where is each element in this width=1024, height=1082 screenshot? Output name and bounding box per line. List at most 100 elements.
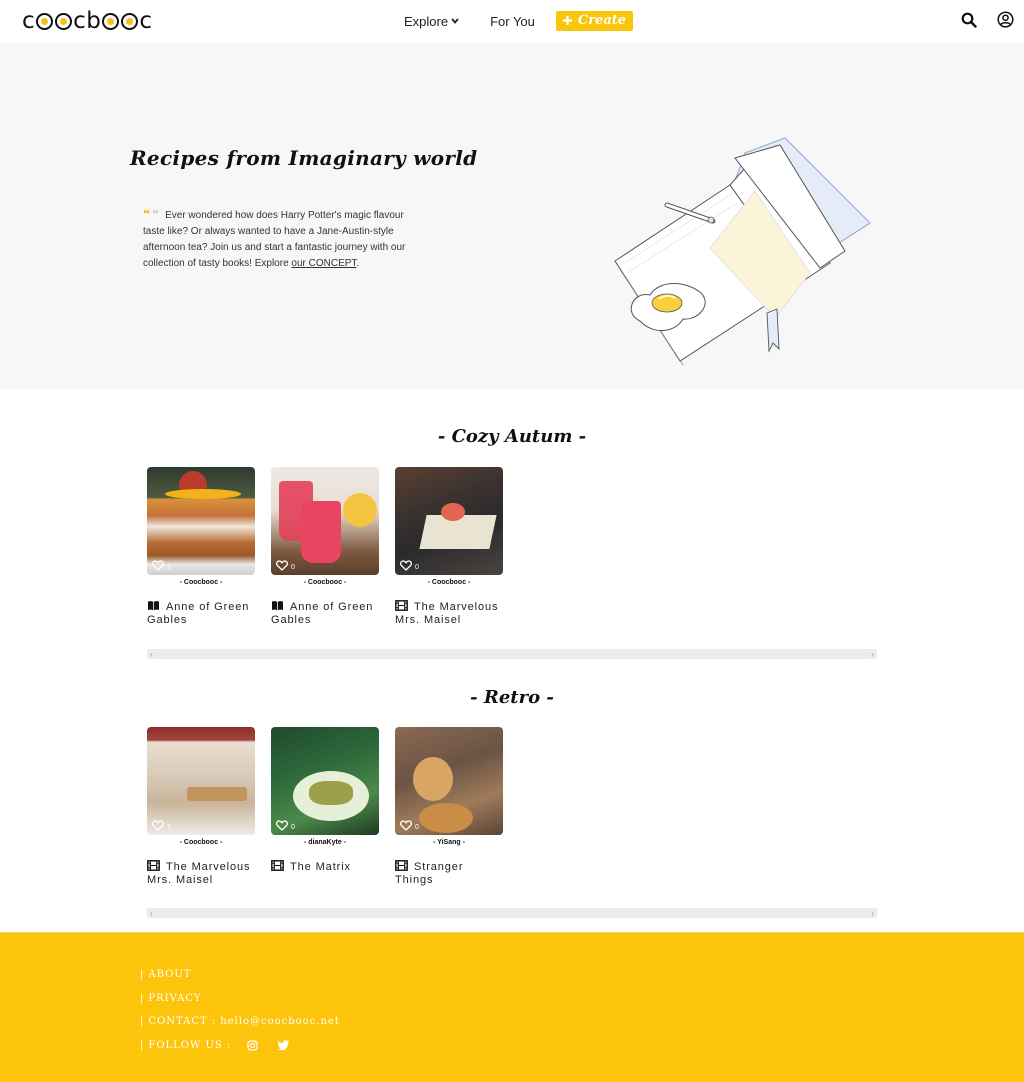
film-icon bbox=[395, 860, 408, 871]
recipe-thumbnail-waffles: 0 bbox=[395, 727, 503, 835]
hero-quote: ❝ ❝ Ever wondered how does Harry Potter's … bbox=[143, 206, 413, 272]
horizontal-scrollbar[interactable]: ‹ › bbox=[147, 908, 877, 918]
like-counter[interactable]: 1 bbox=[152, 820, 171, 831]
card-title-text: Anne of Green Gables bbox=[271, 601, 374, 626]
contact-label: CONTACT : bbox=[148, 1016, 217, 1028]
card-author[interactable]: - Coocbooc - bbox=[271, 579, 379, 589]
footer-item-follow: | FOLLOW US : bbox=[140, 1034, 340, 1058]
footer-separator: | bbox=[140, 969, 145, 981]
like-counter[interactable]: 0 bbox=[400, 820, 419, 831]
like-count: 0 bbox=[415, 564, 419, 571]
footer-links: | ABOUT | PRIVACY | CONTACT : hello@cooc… bbox=[140, 963, 340, 1057]
recipe-thumbnail-drink: 0 bbox=[271, 467, 379, 575]
like-counter[interactable]: 0 bbox=[276, 560, 295, 571]
card-title-text: The Matrix bbox=[290, 861, 351, 873]
follow-label: FOLLOW US : bbox=[148, 1039, 232, 1051]
site-logo[interactable]: c cb c bbox=[22, 8, 153, 34]
scroll-right-icon[interactable]: › bbox=[871, 909, 874, 918]
egg-icon bbox=[55, 12, 73, 30]
book-icon bbox=[272, 601, 283, 611]
heart-icon bbox=[400, 560, 412, 571]
heart-icon bbox=[152, 560, 164, 571]
footer-separator: | bbox=[140, 992, 145, 1004]
quote-open-icon: ❝ bbox=[143, 207, 151, 221]
heart-icon bbox=[152, 820, 164, 831]
recipe-thumbnail-green-plate: 0 bbox=[271, 727, 379, 835]
explore-dropdown[interactable]: Explore bbox=[404, 14, 459, 29]
user-account-icon[interactable] bbox=[997, 11, 1014, 28]
card-title[interactable]: Stranger Things bbox=[395, 860, 503, 887]
card-author[interactable]: - Coocbooc - bbox=[147, 579, 255, 589]
scroll-right-icon[interactable]: › bbox=[871, 650, 874, 659]
search-icon[interactable] bbox=[961, 12, 977, 28]
for-you-link[interactable]: For You bbox=[490, 14, 535, 29]
scroll-left-icon[interactable]: ‹ bbox=[150, 650, 153, 659]
heart-icon bbox=[276, 820, 288, 831]
recipe-card[interactable]: 0 - YiSang - Stranger Things bbox=[395, 727, 503, 887]
recipe-thumbnail-kitchen: 1 bbox=[147, 727, 255, 835]
about-link[interactable]: ABOUT bbox=[148, 969, 191, 980]
like-counter[interactable]: 0 bbox=[400, 560, 419, 571]
contact-email-link[interactable]: hello@coocbooc.net bbox=[220, 1016, 340, 1027]
hero-title: Recipes from Imaginary world bbox=[130, 146, 478, 170]
create-button[interactable]: Create bbox=[555, 11, 634, 31]
footer-item-contact: | CONTACT : hello@coocbooc.net bbox=[140, 1010, 340, 1034]
card-author[interactable]: - Coocbooc - bbox=[395, 579, 503, 589]
main-nav: Explore For You Create bbox=[404, 10, 634, 32]
like-counter[interactable]: 0 bbox=[276, 820, 295, 831]
privacy-link[interactable]: PRIVACY bbox=[148, 993, 201, 1004]
film-icon bbox=[271, 860, 284, 871]
card-row-cozy-autum: 1 - Coocbooc - Anne of Green Gables 0 - … bbox=[147, 467, 503, 627]
like-count: 0 bbox=[291, 564, 295, 571]
heart-icon bbox=[276, 560, 288, 571]
recipe-thumbnail-cake: 1 bbox=[147, 467, 255, 575]
recipe-card[interactable]: 0 - dianaKyte - The Matrix bbox=[271, 727, 379, 887]
recipe-card[interactable]: 0 - Coocbooc - The Marvelous Mrs. Maisel bbox=[395, 467, 503, 627]
section-title-retro: - Retro - bbox=[470, 687, 554, 708]
recipe-card[interactable]: 1 - Coocbooc - Anne of Green Gables bbox=[147, 467, 255, 627]
card-title-text: The Marvelous Mrs. Maisel bbox=[395, 601, 499, 626]
egg-icon bbox=[121, 12, 139, 30]
card-title-text: Anne of Green Gables bbox=[147, 601, 250, 626]
card-title[interactable]: The Marvelous Mrs. Maisel bbox=[147, 860, 255, 887]
site-footer: | ABOUT | PRIVACY | CONTACT : hello@cooc… bbox=[0, 932, 1024, 1082]
film-icon bbox=[395, 600, 408, 611]
section-title-cozy-autum: - Cozy Autum - bbox=[437, 426, 587, 447]
heart-icon bbox=[400, 820, 412, 831]
card-author[interactable]: - dianaKyte - bbox=[271, 839, 379, 849]
recipe-thumbnail-dessert: 0 bbox=[395, 467, 503, 575]
hero-banner: Recipes from Imaginary world ❝ ❝ Ever wond… bbox=[0, 43, 1024, 389]
card-title[interactable]: The Marvelous Mrs. Maisel bbox=[395, 600, 503, 627]
like-count: 1 bbox=[167, 824, 171, 831]
card-title[interactable]: The Matrix bbox=[271, 860, 379, 874]
instagram-icon[interactable] bbox=[247, 1040, 258, 1051]
recipe-card[interactable]: 0 - Coocbooc - Anne of Green Gables bbox=[271, 467, 379, 627]
film-icon bbox=[147, 860, 160, 871]
horizontal-scrollbar[interactable]: ‹ › bbox=[147, 649, 877, 659]
concept-link[interactable]: our CONCEPT bbox=[291, 258, 356, 269]
footer-separator: | bbox=[140, 1039, 145, 1051]
social-links bbox=[247, 1040, 290, 1051]
book-icon bbox=[148, 601, 159, 611]
top-navbar: c cb c Explore For You Create bbox=[0, 0, 1024, 43]
card-author[interactable]: - Coocbooc - bbox=[147, 839, 255, 849]
like-counter[interactable]: 1 bbox=[152, 560, 171, 571]
twitter-icon[interactable] bbox=[278, 1040, 290, 1051]
hero-quote-text: Ever wondered how does Harry Potter's ma… bbox=[143, 210, 406, 269]
chevron-down-icon bbox=[451, 18, 459, 24]
header-actions bbox=[961, 11, 1014, 28]
scroll-left-icon[interactable]: ‹ bbox=[150, 909, 153, 918]
card-title[interactable]: Anne of Green Gables bbox=[271, 600, 379, 627]
create-label: Create bbox=[577, 13, 627, 28]
footer-item-about: | ABOUT bbox=[140, 963, 340, 987]
card-row-retro: 1 - Coocbooc - The Marvelous Mrs. Maisel… bbox=[147, 727, 503, 887]
footer-separator: | bbox=[140, 1016, 145, 1028]
like-count: 1 bbox=[167, 564, 171, 571]
egg-icon bbox=[36, 12, 54, 30]
recipe-card[interactable]: 1 - Coocbooc - The Marvelous Mrs. Maisel bbox=[147, 727, 255, 887]
card-title[interactable]: Anne of Green Gables bbox=[147, 600, 255, 627]
card-author[interactable]: - YiSang - bbox=[395, 839, 503, 849]
card-title-text: The Marvelous Mrs. Maisel bbox=[147, 861, 251, 886]
quote-open-icon: ❝ bbox=[152, 207, 160, 221]
open-book-illustration bbox=[614, 137, 871, 365]
